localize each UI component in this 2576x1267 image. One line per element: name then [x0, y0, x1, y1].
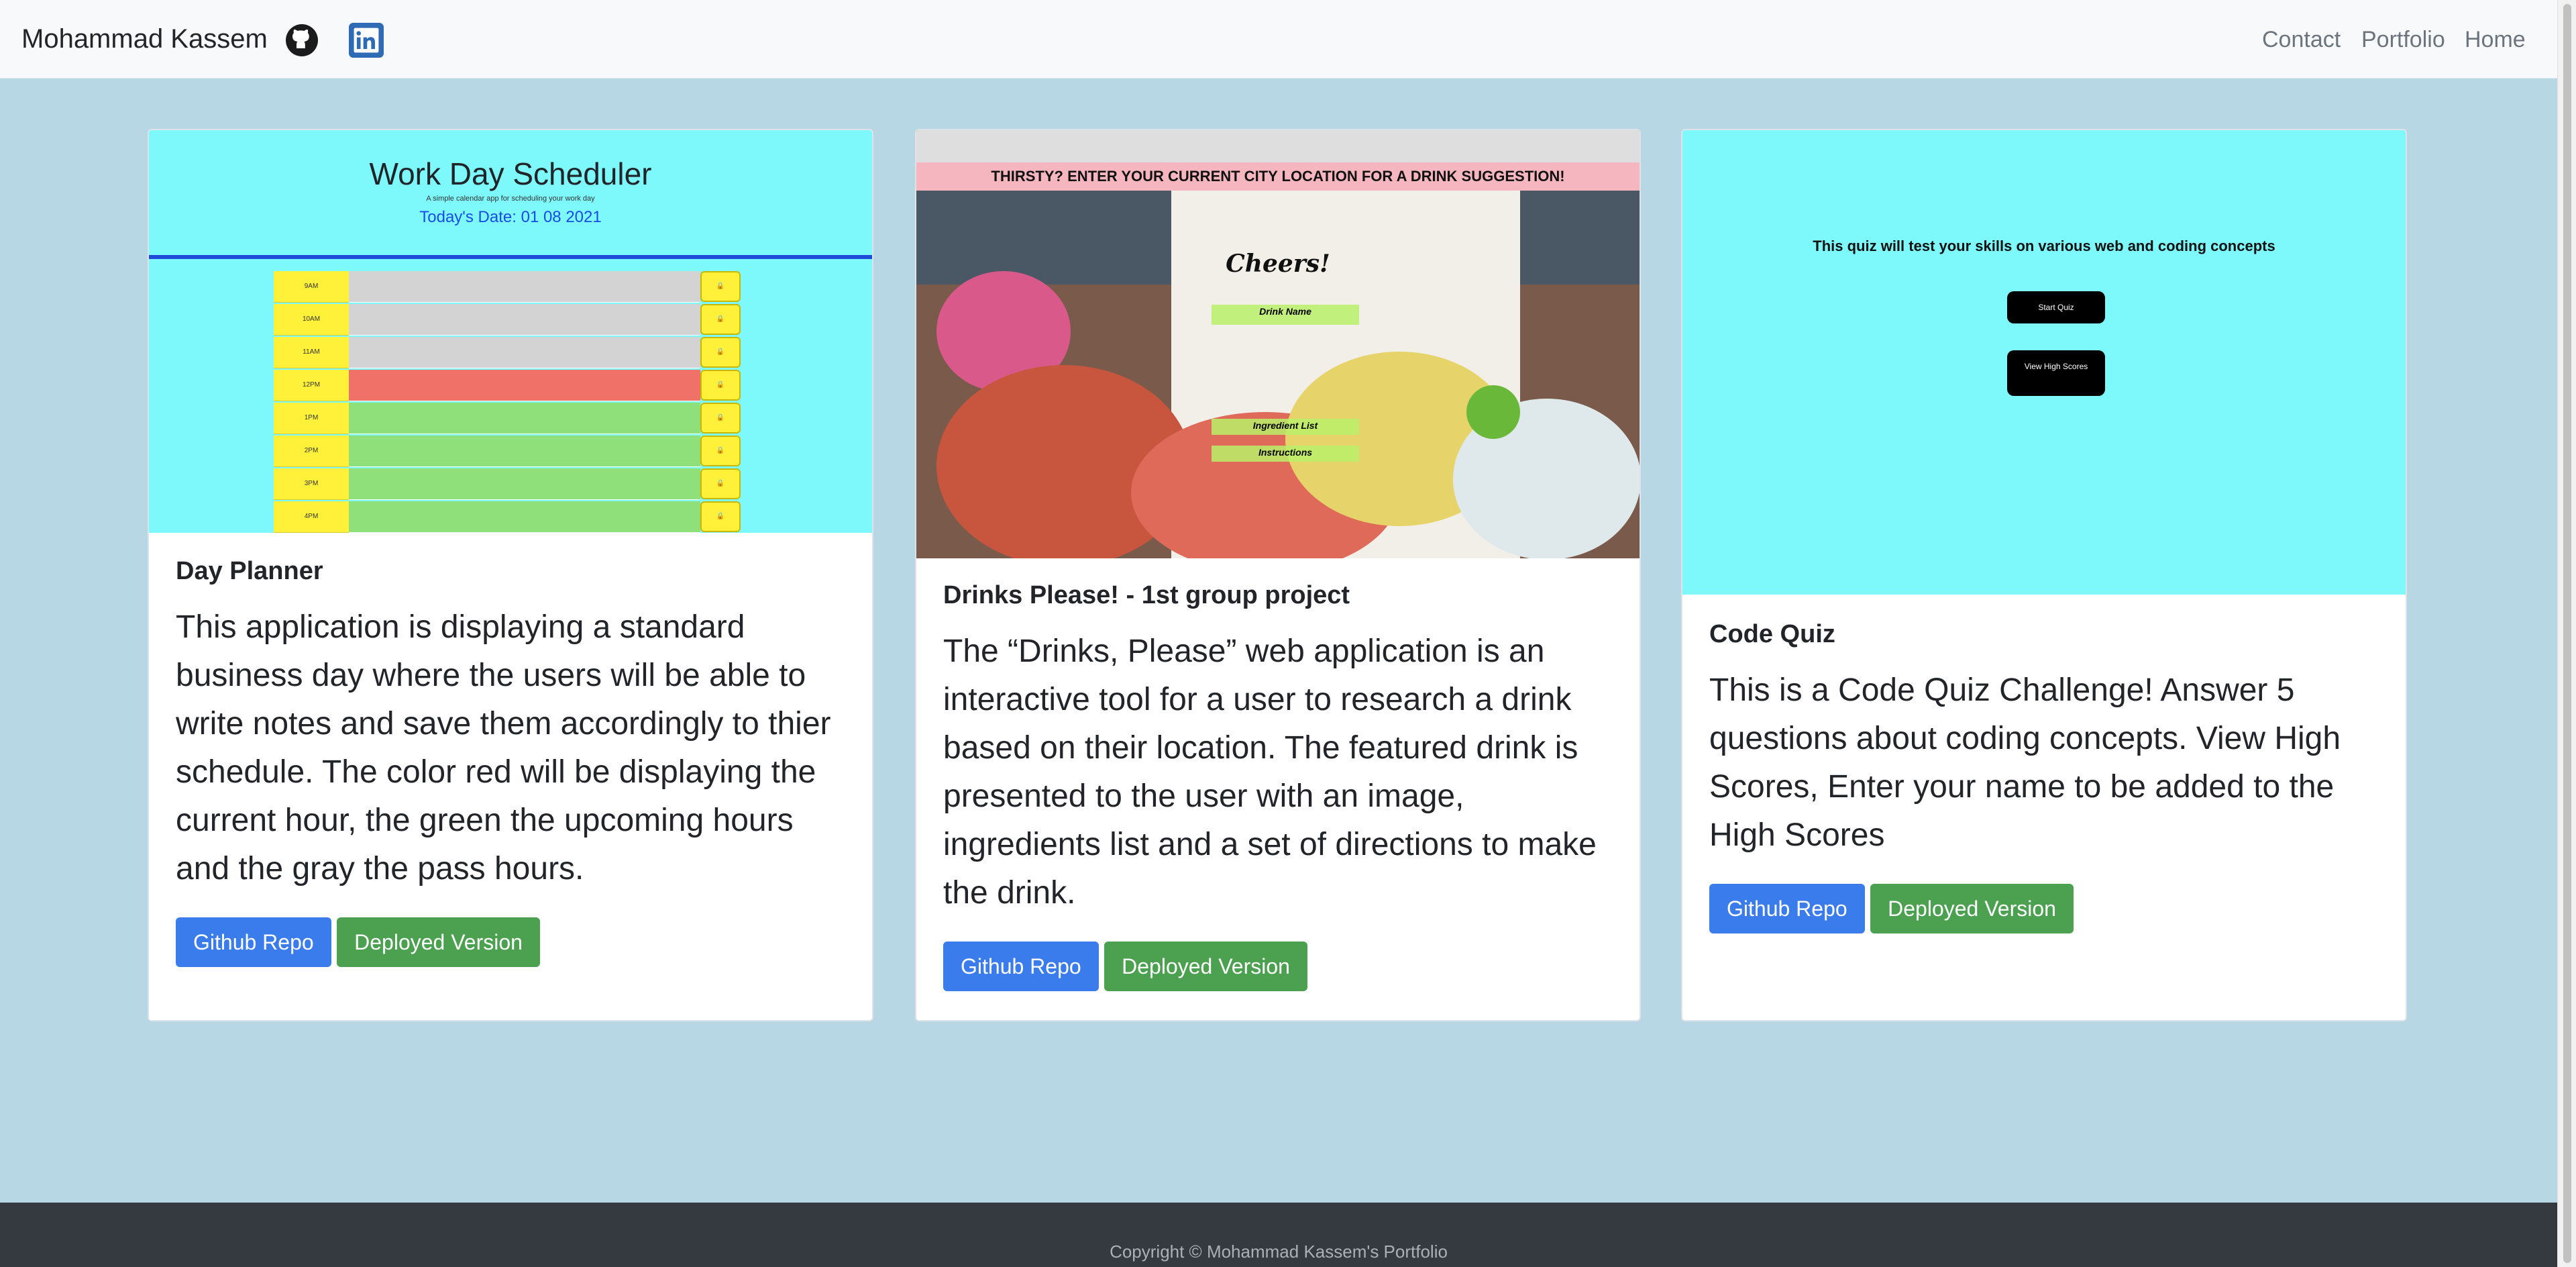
- planner-hour: 11AM: [274, 337, 349, 368]
- project-card-drinks-please: THIRSTY? ENTER YOUR CURRENT CITY LOCATIO…: [915, 129, 1641, 1021]
- scrollbar-thumb[interactable]: [2563, 4, 2571, 1263]
- linkedin-icon[interactable]: [349, 23, 384, 58]
- github-repo-button[interactable]: Github Repo: [176, 917, 331, 967]
- code-quiz-screenshot: This quiz will test your skills on vario…: [1682, 130, 2406, 595]
- brand-name[interactable]: Mohammad Kassem: [21, 24, 268, 54]
- planner-note: [349, 403, 700, 434]
- lock-icon: 🔒: [700, 436, 741, 466]
- card-text: This is a Code Quiz Challenge! Answer 5 …: [1709, 672, 2341, 853]
- preview-start-button: Start Quiz: [2007, 291, 2105, 323]
- preview-cheers: Cheers!: [1226, 250, 1330, 278]
- card-body: Day Planner This application is displayi…: [176, 557, 845, 967]
- github-repo-button[interactable]: Github Repo: [943, 942, 1099, 991]
- project-card-code-quiz: This quiz will test your skills on vario…: [1681, 129, 2407, 1021]
- card-title: Drinks Please! - 1st group project: [943, 581, 1350, 609]
- lock-icon: 🔒: [700, 337, 741, 368]
- planner-hour: 10AM: [274, 304, 349, 336]
- planner-row: 11AM 🔒: [274, 337, 743, 368]
- card-text: The “Drinks, Please” web application is …: [943, 634, 1597, 911]
- planner-row: 12PM 🔒: [274, 370, 743, 401]
- planner-note: [349, 370, 700, 401]
- preview-label: Instructions: [1258, 447, 1313, 458]
- planner-note: [349, 436, 700, 467]
- planner-hour: 2PM: [274, 436, 349, 467]
- card-body: Drinks Please! - 1st group project The “…: [943, 581, 1613, 991]
- planner-hour: 4PM: [274, 501, 349, 533]
- card-title: Code Quiz: [1709, 620, 1835, 648]
- footer: Copyright © Mohammad Kassem's Portfolio: [0, 1203, 2557, 1267]
- preview-divider: [149, 255, 872, 259]
- planner-row: 10AM 🔒: [274, 304, 743, 336]
- github-icon[interactable]: [286, 24, 318, 56]
- planner-hour: 9AM: [274, 271, 349, 303]
- drinks-please-screenshot: THIRSTY? ENTER YOUR CURRENT CITY LOCATIO…: [916, 130, 1640, 558]
- browser-chrome: [916, 130, 1640, 162]
- copyright-text: Copyright © Mohammad Kassem's Portfolio: [1110, 1241, 1448, 1262]
- lock-icon: 🔒: [700, 501, 741, 532]
- project-card-day-planner: Work Day Scheduler A simple calendar app…: [148, 129, 873, 1021]
- preview-label: Drink Name: [1259, 306, 1311, 317]
- deployed-version-button[interactable]: Deployed Version: [1104, 942, 1307, 991]
- scrollbar[interactable]: [2557, 0, 2576, 1267]
- planner-row: 9AM 🔒: [274, 271, 743, 303]
- preview-date: Today's Date: 01 08 2021: [419, 208, 602, 226]
- lock-icon: 🔒: [700, 370, 741, 401]
- planner-row: 2PM 🔒: [274, 436, 743, 467]
- preview-text: This quiz will test your skills on vario…: [1813, 238, 2275, 254]
- deployed-version-button[interactable]: Deployed Version: [1870, 884, 2074, 933]
- preview-label: Ingredient List: [1252, 420, 1318, 431]
- nav-link-home[interactable]: Home: [2465, 27, 2526, 53]
- preview-title: Work Day Scheduler: [369, 156, 652, 191]
- planner-hour: 12PM: [274, 370, 349, 401]
- nav-link-contact[interactable]: Contact: [2262, 27, 2341, 53]
- planner-note: [349, 271, 700, 303]
- card-text: This application is displaying a standar…: [176, 609, 831, 886]
- planner-row: 4PM 🔒: [274, 501, 743, 533]
- preview-subtitle: A simple calendar app for scheduling you…: [426, 195, 595, 203]
- planner-row: 1PM 🔒: [274, 403, 743, 434]
- preview-scores-button: View High Scores: [2007, 350, 2105, 396]
- navbar: Mohammad Kassem Contact Portfolio Home: [0, 0, 2557, 79]
- planner-row: 3PM 🔒: [274, 468, 743, 500]
- github-repo-button[interactable]: Github Repo: [1709, 884, 1865, 933]
- planner-note: [349, 468, 700, 500]
- lock-icon: 🔒: [700, 271, 741, 302]
- planner-hour: 1PM: [274, 403, 349, 434]
- planner-note: [349, 304, 700, 336]
- planner-note: [349, 501, 700, 533]
- lock-icon: 🔒: [700, 403, 741, 434]
- lock-icon: 🔒: [700, 468, 741, 499]
- day-planner-screenshot: Work Day Scheduler A simple calendar app…: [149, 130, 872, 533]
- card-title: Day Planner: [176, 557, 323, 585]
- planner-hour: 3PM: [274, 468, 349, 500]
- card-body: Code Quiz This is a Code Quiz Challenge!…: [1709, 620, 2379, 933]
- lock-icon: 🔒: [700, 304, 741, 335]
- planner-note: [349, 337, 700, 368]
- preview-banner: THIRSTY? ENTER YOUR CURRENT CITY LOCATIO…: [916, 162, 1640, 191]
- drinks-photo: [916, 191, 1640, 558]
- deployed-version-button[interactable]: Deployed Version: [337, 917, 540, 967]
- nav-link-portfolio[interactable]: Portfolio: [2361, 27, 2445, 53]
